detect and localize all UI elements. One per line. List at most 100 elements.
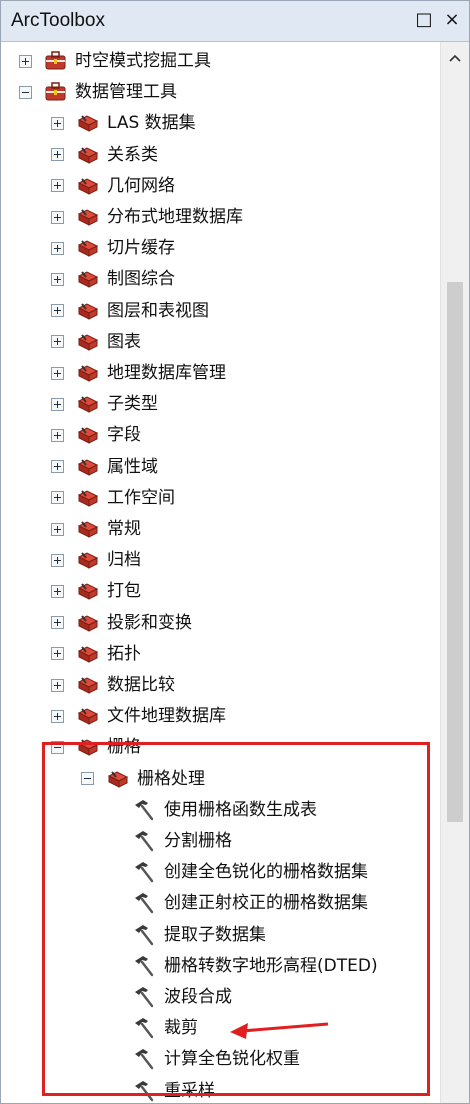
expand-icon[interactable] — [51, 210, 64, 224]
tree-item-label: 关系类 — [107, 144, 158, 165]
tree-item-label: 栅格处理 — [137, 768, 205, 789]
toolset-icon — [77, 240, 99, 257]
toolset-item[interactable]: 归档 — [51, 546, 141, 574]
tree-item-label: 子类型 — [107, 394, 158, 415]
tool-item[interactable]: 分割栅格 — [131, 827, 232, 855]
expand-icon[interactable] — [51, 428, 64, 442]
tool-item[interactable]: 计算全色锐化权重 — [131, 1045, 300, 1073]
expand-icon[interactable] — [51, 179, 64, 193]
toolbox-item[interactable]: 时空模式挖掘工具 — [19, 47, 211, 75]
collapse-icon[interactable] — [51, 740, 64, 754]
window-titlebar: ArcToolbox □ × — [1, 1, 469, 42]
tool-item[interactable]: 创建全色锐化的栅格数据集 — [131, 858, 368, 886]
expand-icon[interactable] — [51, 148, 64, 162]
tree-item-label: 图表 — [107, 331, 141, 352]
tree-item-label: 制图综合 — [107, 269, 175, 290]
toolset-item[interactable]: LAS 数据集 — [51, 109, 196, 137]
tree-item-label: 字段 — [107, 425, 141, 446]
vertical-scrollbar[interactable] — [440, 42, 469, 1103]
close-button[interactable]: × — [441, 9, 463, 31]
expand-icon[interactable] — [51, 553, 64, 567]
tool-item[interactable]: 重采样 — [131, 1077, 215, 1103]
toolset-item[interactable]: 制图综合 — [51, 265, 175, 293]
tool-item[interactable]: 提取子数据集 — [131, 921, 266, 949]
toolset-item[interactable]: 切片缓存 — [51, 234, 175, 262]
toolset-icon — [77, 209, 99, 226]
toolset-item[interactable]: 打包 — [51, 577, 141, 605]
expand-icon[interactable] — [51, 272, 64, 286]
toolset-item[interactable]: 工作空间 — [51, 484, 175, 512]
tool-item[interactable]: 裁剪 — [131, 1014, 198, 1042]
toolset-icon — [77, 178, 99, 195]
expand-icon[interactable] — [51, 241, 64, 255]
expand-icon[interactable] — [51, 460, 64, 474]
window-title: ArcToolbox — [11, 10, 105, 31]
toolset-item[interactable]: 拓扑 — [51, 640, 141, 668]
hammer-icon — [135, 1080, 154, 1101]
hammer-icon — [135, 799, 154, 820]
expand-icon[interactable] — [51, 709, 64, 723]
tree-item-label: 拓扑 — [107, 643, 141, 664]
expand-icon[interactable] — [51, 584, 64, 598]
toolset-item[interactable]: 地理数据库管理 — [51, 359, 226, 387]
restore-button[interactable]: □ — [413, 9, 435, 31]
toolset-item[interactable]: 字段 — [51, 421, 141, 449]
hammer-icon — [135, 862, 154, 883]
hammer-icon — [135, 924, 154, 945]
tree-item-label: 分割栅格 — [164, 831, 232, 851]
toolset-item[interactable]: 分布式地理数据库 — [51, 203, 243, 231]
tool-item[interactable]: 栅格转数字地形高程(DTED) — [131, 952, 378, 980]
toolbox-item[interactable]: 数据管理工具 — [19, 78, 177, 106]
expand-icon[interactable] — [51, 678, 64, 692]
toolset-icon — [77, 708, 99, 725]
toolset-item[interactable]: 图层和表视图 — [51, 297, 209, 325]
tool-item[interactable]: 使用栅格函数生成表 — [131, 796, 317, 824]
toolset-item[interactable]: 几何网络 — [51, 172, 175, 200]
tree-item-label: 工作空间 — [107, 487, 175, 508]
chevron-up-icon — [449, 54, 461, 62]
toolset-icon — [107, 770, 129, 788]
toolset-item[interactable]: 栅格 — [51, 733, 141, 761]
expand-icon[interactable] — [51, 522, 64, 536]
expand-icon[interactable] — [51, 116, 64, 130]
toolset-icon — [77, 677, 99, 694]
scrollbar-thumb[interactable] — [447, 282, 463, 822]
expand-icon[interactable] — [51, 335, 64, 349]
tree-item-label: 重采样 — [164, 1080, 215, 1101]
tree-item-label: 分布式地理数据库 — [107, 207, 243, 227]
hammer-icon — [135, 831, 154, 852]
collapse-icon[interactable] — [19, 85, 32, 99]
tool-item[interactable]: 创建正射校正的栅格数据集 — [131, 889, 368, 917]
scroll-up-button[interactable] — [441, 44, 469, 72]
tree-item-label: 数据管理工具 — [75, 82, 177, 103]
hammer-icon — [135, 955, 154, 976]
expand-icon[interactable] — [51, 491, 64, 505]
expand-icon[interactable] — [51, 397, 64, 411]
expand-icon[interactable] — [19, 54, 32, 68]
toolset-item[interactable]: 图表 — [51, 328, 141, 356]
toolset-item[interactable]: 子类型 — [51, 390, 158, 418]
toolset-item[interactable]: 投影和变换 — [51, 609, 192, 637]
toolset-item[interactable]: 常规 — [51, 515, 141, 543]
tree-item-label: 计算全色锐化权重 — [164, 1049, 300, 1070]
tree-item-label: 切片缓存 — [107, 238, 175, 259]
hammer-icon — [135, 987, 154, 1008]
tool-item[interactable]: 波段合成 — [131, 983, 232, 1011]
toolset-icon — [77, 334, 99, 351]
toolset-item[interactable]: 栅格处理 — [81, 765, 205, 793]
arctoolbox-window: ArcToolbox □ × 时空模式挖掘工具数据管理工具 LAS 数据集关系类几… — [0, 0, 470, 1104]
expand-icon[interactable] — [51, 616, 64, 630]
collapse-icon[interactable] — [81, 772, 94, 786]
toolset-item[interactable]: 属性域 — [51, 453, 158, 481]
toolset-item[interactable]: 文件地理数据库 — [51, 702, 226, 730]
toolset-icon — [77, 458, 99, 476]
expand-icon[interactable] — [51, 304, 64, 318]
tree-item-label: 打包 — [107, 581, 141, 602]
hammer-icon — [135, 1018, 154, 1039]
tree-item-label: 波段合成 — [164, 987, 232, 1007]
toolset-item[interactable]: 数据比较 — [51, 671, 175, 699]
expand-icon[interactable] — [51, 366, 64, 380]
expand-icon[interactable] — [51, 647, 64, 661]
toolset-item[interactable]: 关系类 — [51, 141, 158, 169]
tree-item-label: 提取子数据集 — [164, 924, 266, 945]
